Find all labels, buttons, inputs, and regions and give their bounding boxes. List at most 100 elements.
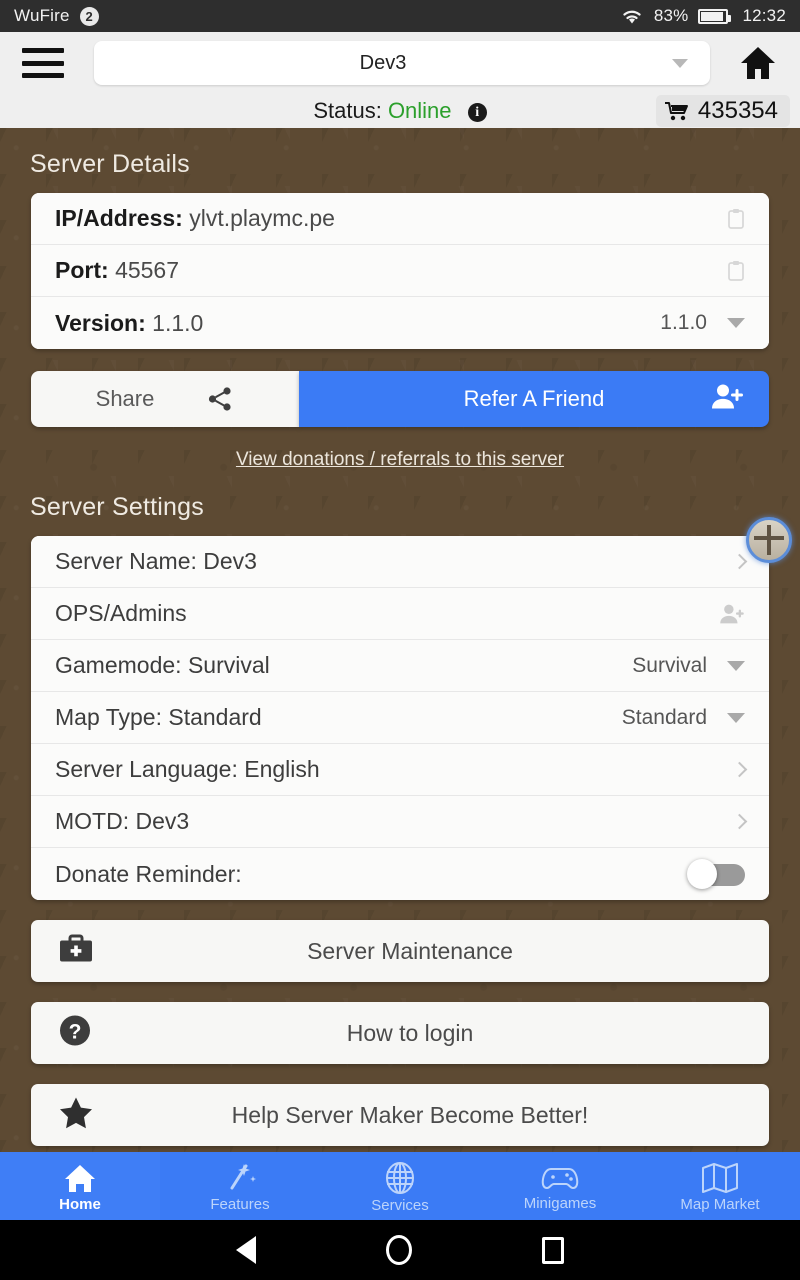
server-detail-row-ip[interactable]: IP/Address: ylvt.playmc.pe <box>31 193 769 245</box>
share-button-label: Share <box>95 386 155 411</box>
nav-item-services[interactable]: Services <box>320 1152 480 1220</box>
selected-server-name: Dev3 <box>359 51 407 74</box>
map-bubble-icon[interactable] <box>746 517 792 563</box>
server-detail-row-port[interactable]: Port: 45567 <box>31 245 769 297</box>
nav-label-map-market: Map Market <box>680 1195 760 1213</box>
row-trailing <box>727 260 745 282</box>
map-icon <box>702 1162 738 1193</box>
nav-item-features[interactable]: Features <box>160 1152 320 1220</box>
toggle-knob <box>687 859 717 889</box>
home-icon <box>65 1164 95 1192</box>
chevron-down-icon <box>672 58 688 68</box>
star-icon <box>59 1097 93 1134</box>
row-trailing: 1.1.0 <box>660 311 745 335</box>
donate-reminder-toggle[interactable] <box>687 859 745 889</box>
battery-percent: 83% <box>653 6 689 25</box>
android-navigation-bar <box>0 1220 800 1280</box>
info-icon[interactable]: i <box>467 103 487 122</box>
setting-row-map-type[interactable]: Map Type: Standard Standard <box>31 692 769 744</box>
how-to-login-button[interactable]: ? How to login <box>31 1002 769 1064</box>
version-value: 1.1.0 <box>152 309 204 336</box>
server-settings-title: Server Settings <box>30 493 204 521</box>
android-status-bar: WuFire 2 83% 12:32 <box>0 0 800 32</box>
nav-label-minigames: Minigames <box>523 1194 597 1212</box>
setting-row-donate-reminder[interactable]: Donate Reminder: <box>31 848 769 900</box>
notification-count-badge: 2 <box>79 6 99 26</box>
home-icon[interactable] <box>738 44 778 82</box>
gamepad-icon <box>541 1167 579 1189</box>
version-selected: 1.1.0 <box>660 311 707 334</box>
setting-row-gamemode[interactable]: Gamemode: Survival Survival <box>31 640 769 692</box>
help-server-maker-label: Help Server Maker Become Better! <box>231 1101 589 1128</box>
globe-icon <box>386 1161 414 1194</box>
ip-label: IP/Address: <box>55 205 183 231</box>
ip-value: ylvt.playmc.pe <box>189 205 335 231</box>
server-details-card: IP/Address: ylvt.playmc.pe Port: 45567 V… <box>31 193 769 349</box>
server-detail-row-version[interactable]: Version: 1.1.0 1.1.0 <box>31 297 769 349</box>
refer-a-friend-button[interactable]: Refer A Friend <box>299 371 769 427</box>
status-row: Status: Online i 435354 <box>0 94 800 128</box>
clock-time: 12:32 <box>742 6 786 25</box>
view-donations-link[interactable]: View donations / referrals to this serve… <box>0 449 800 471</box>
row-trailing: Survival <box>632 654 745 678</box>
question-mark-icon: ? <box>59 1015 91 1052</box>
how-to-login-label: How to login <box>346 1019 474 1046</box>
setting-label: Server Name: Dev3 <box>55 548 257 574</box>
magic-wand-icon <box>230 1163 256 1189</box>
hamburger-menu-icon[interactable] <box>22 48 64 78</box>
svg-text:?: ? <box>69 1021 82 1044</box>
status-label: Status: <box>313 98 382 123</box>
version-label: Version: <box>55 309 146 336</box>
status-value: Online <box>387 98 452 123</box>
nav-item-minigames[interactable]: Minigames <box>480 1152 640 1220</box>
coin-balance[interactable]: 435354 <box>655 95 790 127</box>
chevron-right-icon <box>731 813 748 830</box>
nav-item-home[interactable]: Home <box>0 1152 160 1220</box>
row-trailing <box>731 813 748 830</box>
help-server-maker-button[interactable]: Help Server Maker Become Better! <box>31 1084 769 1146</box>
server-selector-dropdown[interactable]: Dev3 <box>94 41 710 85</box>
clipboard-icon[interactable] <box>727 208 745 230</box>
bubble-grid <box>754 525 784 555</box>
gamemode-selected: Survival <box>632 653 707 677</box>
row-trailing <box>731 553 748 570</box>
app-screen: WuFire 2 83% 12:32 Dev3 Status: Online i… <box>0 0 800 1280</box>
setting-label: MOTD: Dev3 <box>55 808 190 834</box>
row-trailing <box>719 603 745 625</box>
recent-square-icon[interactable] <box>542 1236 564 1264</box>
row-trailing <box>731 761 748 778</box>
share-refer-row: Share Refer A Friend <box>31 371 769 427</box>
nav-label-services: Services <box>371 1196 429 1214</box>
share-icon <box>209 387 231 411</box>
status-bar-right: 83% 12:32 <box>620 6 786 26</box>
home-circle-icon[interactable] <box>386 1235 412 1265</box>
setting-row-motd[interactable]: MOTD: Dev3 <box>31 796 769 848</box>
chevron-right-icon <box>731 761 748 778</box>
back-triangle-icon[interactable] <box>236 1236 256 1264</box>
server-details-title: Server Details <box>30 150 190 178</box>
setting-row-ops-admins[interactable]: OPS/Admins <box>31 588 769 640</box>
share-button[interactable]: Share <box>31 371 299 427</box>
chevron-down-icon[interactable] <box>727 712 745 723</box>
chevron-down-icon[interactable] <box>727 660 745 671</box>
medkit-icon <box>59 934 93 969</box>
clipboard-icon[interactable] <box>727 260 745 282</box>
app-header: Dev3 Status: Online i 435354 <box>0 32 800 128</box>
add-person-icon <box>711 383 743 416</box>
wifi-icon <box>623 10 641 24</box>
nav-label-home: Home <box>59 1195 101 1213</box>
refer-button-label: Refer A Friend <box>463 386 605 411</box>
setting-row-server-language[interactable]: Server Language: English <box>31 744 769 796</box>
battery-icon <box>698 8 732 24</box>
add-person-icon[interactable] <box>719 603 745 625</box>
setting-label: Server Language: English <box>55 756 320 782</box>
port-label: Port: <box>55 257 109 283</box>
server-maintenance-button[interactable]: Server Maintenance <box>31 920 769 982</box>
row-trailing <box>687 859 745 889</box>
chevron-down-icon[interactable] <box>727 318 745 328</box>
nav-item-map-market[interactable]: Map Market <box>640 1152 800 1220</box>
row-label: Port: 45567 <box>55 257 179 284</box>
map-type-selected: Standard <box>621 705 707 729</box>
header-top-row: Dev3 <box>0 32 800 94</box>
setting-row-server-name[interactable]: Server Name: Dev3 <box>31 536 769 588</box>
